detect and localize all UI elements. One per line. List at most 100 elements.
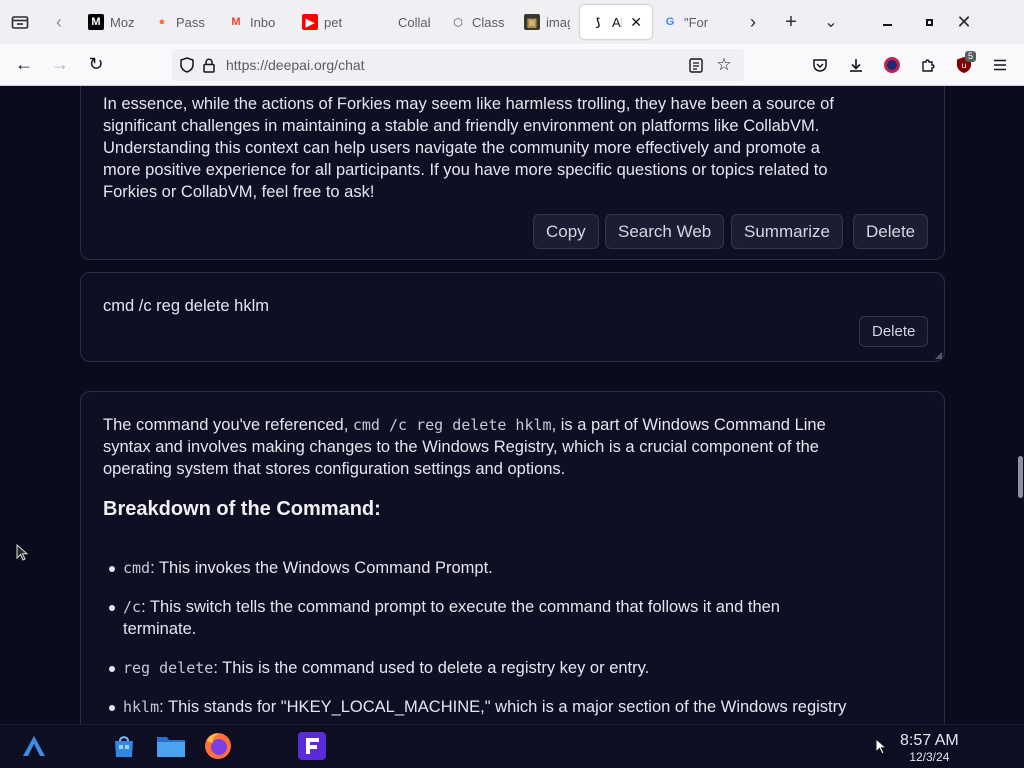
intro-text-before: The command you've referenced, — [103, 416, 353, 434]
answer-intro-line2: syntax and involves making changes to th… — [103, 438, 819, 456]
clock-time: 8:57 AM — [900, 732, 959, 749]
bullet-code: reg delete — [123, 659, 214, 677]
deepai-icon: ⟆ — [595, 16, 601, 29]
maximize-window-icon[interactable] — [916, 0, 942, 44]
browser-tab[interactable]: M Inbo — [218, 5, 292, 39]
back-icon[interactable]: ← — [6, 49, 42, 81]
app-f-icon[interactable] — [297, 731, 327, 761]
search-web-button[interactable]: Search Web — [605, 214, 725, 249]
start-menu-icon[interactable] — [19, 731, 49, 761]
taskbar: 8:57 AM 12/3/24 — [0, 724, 1024, 768]
user-message-text[interactable]: cmd /c reg delete hklm — [103, 295, 269, 317]
response-line: more positive experience for all partici… — [103, 161, 828, 179]
new-tab-icon[interactable]: + — [772, 0, 810, 44]
delete-message-button[interactable]: Delete — [859, 316, 929, 347]
account-avatar-icon[interactable] — [874, 49, 910, 81]
url-bar[interactable]: https://deepai.org/chat ☆ — [172, 49, 744, 81]
page-scrollbar-thumb[interactable] — [1018, 456, 1023, 498]
forward-icon[interactable]: → — [42, 49, 78, 81]
browser-tab[interactable]: M Moz — [78, 5, 144, 39]
tab-title: pet — [324, 14, 343, 30]
browser-tab[interactable]: ▶ pet — [292, 5, 366, 39]
response-line: Forkies or CollabVM, feel free to ask! — [103, 183, 375, 201]
navigation-toolbar: ← → ↻ https://deepai.org/chat ☆ u 5 — [0, 44, 1024, 86]
firefox-taskbar-icon[interactable] — [203, 731, 233, 761]
mouse-cursor-icon — [875, 738, 887, 755]
mozilla-icon: M — [88, 14, 104, 30]
response-line: significant challenges in maintaining a … — [103, 117, 820, 135]
tab-list: M Moz ● Pass M Inbo ▶ pet CollabV ⬡ Class ▣ imag ⟆ AI ✕… — [78, 0, 734, 44]
close-window-icon[interactable]: ✕ — [942, 0, 986, 44]
response-line: In essence, while the actions of Forkies… — [103, 95, 834, 113]
copy-button[interactable]: Copy — [533, 214, 599, 249]
answer-intro: The command you've referenced, cmd /c re… — [103, 414, 923, 480]
minimize-window-icon[interactable] — [858, 0, 916, 44]
scroll-tabs-right-icon[interactable]: › — [734, 0, 772, 44]
scroll-tabs-left-icon[interactable]: ‹ — [40, 0, 78, 44]
browser-tab[interactable]: G "For — [652, 5, 734, 39]
ai-response-text: In essence, while the actions of Forkies… — [103, 93, 923, 203]
browser-tab[interactable]: ▣ imag — [514, 5, 580, 39]
tab-title: imag — [546, 14, 570, 30]
bullet-code: hklm — [123, 698, 160, 716]
clock-date: 12/3/24 — [909, 750, 950, 764]
tab-title: Inbo — [250, 14, 276, 30]
firefox-icon: ● — [158, 16, 166, 28]
resize-handle-icon[interactable] — [935, 352, 942, 359]
app-menu-icon[interactable] — [982, 49, 1018, 81]
tab-title: Class — [472, 14, 504, 30]
bullet-icon — [109, 605, 115, 611]
list-all-tabs-icon[interactable]: ⌄ — [810, 0, 852, 44]
extensions-puzzle-icon[interactable] — [910, 49, 946, 81]
gmail-icon: M — [231, 16, 241, 28]
bullet-icon — [109, 705, 115, 711]
bullet-text-continued: terminate. — [123, 620, 197, 638]
bullet-icon — [109, 566, 115, 572]
store-icon[interactable] — [109, 731, 139, 761]
firefox-view-icon[interactable] — [0, 0, 40, 44]
list-item: reg delete: This is the command used to … — [109, 657, 913, 679]
downloads-icon[interactable] — [838, 49, 874, 81]
bullet-code: cmd — [123, 559, 151, 577]
intro-inline-code: cmd /c reg delete hklm — [352, 416, 552, 434]
shield-icon[interactable] — [176, 49, 198, 81]
ublock-badge: 5 — [964, 51, 976, 62]
google-icon: G — [665, 16, 675, 28]
taskbar-clock[interactable]: 8:57 AM 12/3/24 — [900, 732, 959, 764]
summarize-button[interactable]: Summarize — [731, 214, 843, 249]
url-text[interactable]: https://deepai.org/chat — [226, 57, 682, 73]
delete-response-button[interactable]: Delete — [853, 214, 929, 249]
browser-tab[interactable]: ● Pass — [144, 5, 218, 39]
collabvm-icon — [376, 14, 392, 30]
browser-tab[interactable]: ⬡ Class — [440, 5, 514, 39]
browser-tab[interactable]: CollabV — [366, 5, 440, 39]
reader-view-icon[interactable] — [682, 49, 710, 81]
youtube-icon: ▶ — [302, 14, 318, 30]
close-tab-icon[interactable]: ✕ — [630, 14, 642, 31]
tab-title: "For — [684, 14, 709, 30]
bullet-code: /c — [123, 598, 142, 616]
bullet-text: : This invokes the Windows Command Promp… — [150, 559, 493, 577]
list-item: hklm: This stands for "HKEY_LOCAL_MACHIN… — [109, 696, 913, 718]
bullet-text: : This switch tells the command prompt t… — [141, 598, 780, 616]
tab-title: Moz — [110, 14, 134, 30]
reload-icon[interactable]: ↻ — [78, 49, 114, 81]
mouse-cursor-icon — [16, 544, 28, 561]
tab-title: Pass — [176, 14, 205, 30]
ublock-origin-icon[interactable]: u 5 — [946, 49, 982, 81]
response-line: Understanding this context can help user… — [103, 139, 820, 157]
svg-text:u: u — [961, 61, 966, 70]
file-manager-icon[interactable] — [156, 731, 186, 761]
answer-intro-line1: The command you've referenced, cmd /c re… — [103, 414, 923, 436]
browser-tab[interactable]: ⟆ AI ✕ — [580, 5, 652, 39]
pocket-icon[interactable] — [802, 49, 838, 81]
answer-intro-line3: operating system that stores configurati… — [103, 460, 566, 478]
lock-icon[interactable] — [198, 49, 220, 81]
tab-title: CollabV — [398, 14, 430, 30]
bookmark-star-icon[interactable]: ☆ — [710, 49, 738, 81]
bullet-text: : This is the command used to delete a r… — [213, 659, 650, 677]
bullet-text: : This stands for "HKEY_LOCAL_MACHINE," … — [159, 698, 847, 716]
tab-title: AI — [612, 14, 622, 30]
list-item: /c: This switch tells the command prompt… — [109, 596, 913, 640]
list-item: cmd: This invokes the Windows Command Pr… — [109, 557, 913, 579]
